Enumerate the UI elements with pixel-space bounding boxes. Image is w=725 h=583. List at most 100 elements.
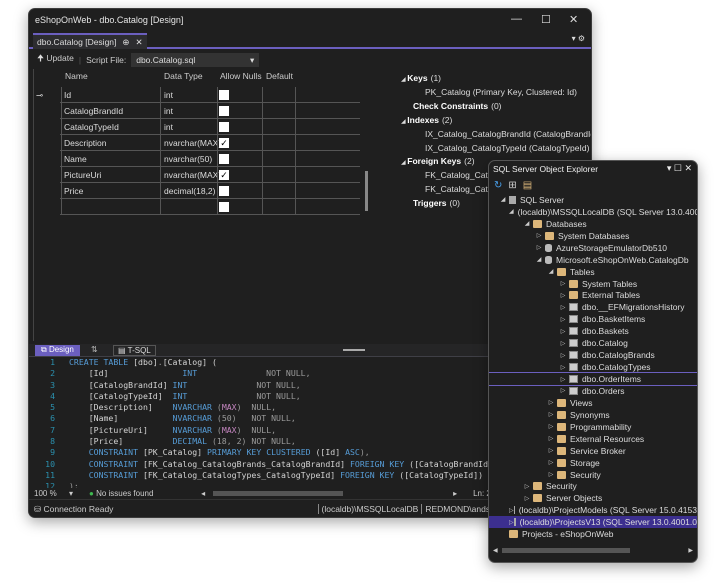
expand-arrow-icon[interactable]: ▷ — [545, 459, 557, 466]
expand-arrow-icon[interactable]: ▷ — [545, 447, 557, 454]
table-row[interactable]: ⊸ Id int — [36, 87, 360, 103]
tree-node[interactable]: ▷ dbo.Baskets — [489, 325, 697, 337]
column-data-type[interactable]: int — [164, 122, 173, 132]
allow-nulls-checkbox[interactable]: ✓ — [219, 138, 229, 148]
table-row[interactable] — [60, 199, 360, 215]
allow-nulls-checkbox[interactable] — [219, 90, 229, 100]
table-row[interactable]: Description nvarchar(MAX) ✓ — [60, 135, 360, 151]
add-server-icon[interactable]: ⊞ — [508, 180, 516, 191]
pin-icon[interactable]: ⊕ — [122, 37, 129, 48]
allow-nulls-checkbox[interactable] — [219, 154, 229, 164]
tree-node[interactable]: ◢ SQL Server — [489, 194, 697, 206]
collapse-arrow-icon[interactable]: ◢ — [497, 196, 509, 203]
property-item[interactable]: ◢ Foreign Keys (2) — [401, 156, 475, 166]
column-name[interactable]: Price — [64, 186, 83, 196]
allow-nulls-checkbox[interactable] — [219, 186, 229, 196]
expand-arrow-icon[interactable]: ▷ — [533, 244, 545, 251]
property-item[interactable]: ◢ Keys (1) — [401, 73, 441, 83]
minimize-button[interactable]: — — [511, 13, 522, 25]
tree-node[interactable]: ▷ (localdb)\ProjectModels (SQL Server 15.… — [489, 504, 697, 516]
update-button[interactable]: 🠉 Update — [37, 53, 74, 67]
expand-arrow-icon[interactable]: ▷ — [557, 387, 569, 394]
property-item[interactable]: PK_Catalog (Primary Key, Clustered: Id) — [425, 87, 577, 97]
expand-arrow-icon[interactable]: ▷ — [557, 316, 569, 323]
tree-node[interactable]: Projects - eShopOnWeb — [489, 528, 697, 540]
scroll-right-icon[interactable]: ▸ — [453, 489, 473, 498]
tree-node[interactable]: ▷ dbo.__EFMigrationsHistory — [489, 301, 697, 313]
tree-node[interactable]: ▷ Views — [489, 397, 697, 409]
tree-node[interactable]: ▷ External Resources — [489, 433, 697, 445]
tree-node[interactable]: ▷ Programmability — [489, 421, 697, 433]
close-button[interactable]: ✕ — [569, 13, 578, 26]
swap-panes-icon[interactable]: ⇅ — [91, 345, 98, 354]
column-data-type[interactable]: nvarchar(50) — [164, 154, 212, 164]
property-item[interactable]: IX_Catalog_CatalogTypeId (CatalogTypeId) — [425, 143, 589, 153]
allow-nulls-checkbox[interactable]: ✓ — [219, 170, 229, 180]
tree-node[interactable]: ▷ External Tables — [489, 290, 697, 302]
collapse-arrow-icon[interactable]: ◢ — [533, 256, 545, 263]
tree-node[interactable]: ▷ dbo.OrderItems — [489, 372, 697, 386]
splitter-handle[interactable] — [343, 349, 365, 351]
column-name[interactable]: Description — [64, 138, 107, 148]
tree-node[interactable]: ◢ Microsoft.eShopOnWeb.CatalogDb — [489, 254, 697, 266]
tree-node[interactable]: ▷ Storage — [489, 457, 697, 469]
table-row[interactable]: Price decimal(18,2) — [60, 183, 360, 199]
scroll-right-icon[interactable]: ▶ — [688, 547, 693, 554]
settings-icon[interactable]: ▾ ⚙ — [572, 34, 585, 43]
expand-arrow-icon[interactable]: ▷ — [557, 304, 569, 311]
table-row[interactable]: CatalogBrandId int — [60, 103, 360, 119]
column-name[interactable]: Id — [64, 90, 71, 100]
expand-arrow-icon[interactable]: ▷ — [545, 399, 557, 406]
column-name[interactable]: CatalogTypeId — [64, 122, 119, 132]
column-data-type[interactable]: int — [164, 106, 173, 116]
column-data-type[interactable]: nvarchar(MAX) — [164, 138, 221, 148]
close-tab-icon[interactable]: ✕ — [136, 37, 143, 48]
tree-node[interactable]: ▷ dbo.BasketItems — [489, 313, 697, 325]
expand-arrow-icon[interactable]: ▷ — [557, 364, 569, 371]
tree-node[interactable]: ▷ AzureStorageEmulatorDb510 — [489, 242, 697, 254]
expand-arrow-icon[interactable]: ▷ — [545, 423, 557, 430]
script-file-dropdown[interactable]: dbo.Catalog.sql ▾ — [131, 53, 260, 67]
collapse-arrow-icon[interactable]: ◢ — [545, 268, 557, 275]
zoom-dropdown-icon[interactable]: ▾ — [69, 489, 89, 498]
tree-node[interactable]: ▷ System Tables — [489, 278, 697, 290]
refresh-icon[interactable]: ↻ — [494, 180, 502, 191]
expand-arrow-icon[interactable]: ▷ — [557, 340, 569, 347]
tree-node[interactable]: ▷ Service Broker — [489, 445, 697, 457]
tree-node[interactable]: ▷ Security — [489, 469, 697, 481]
allow-nulls-checkbox[interactable] — [219, 122, 229, 132]
tree-node[interactable]: ▷ Server Objects — [489, 492, 697, 504]
tree-node[interactable]: ▷ dbo.Orders — [489, 385, 697, 397]
zoom-level[interactable]: 100 % — [29, 489, 69, 498]
expand-arrow-icon[interactable]: ▷ — [545, 471, 557, 478]
expand-arrow-icon[interactable]: ▷ — [557, 280, 569, 287]
tab-tsql[interactable]: ▤ T-SQL — [113, 345, 156, 356]
horizontal-scrollbar[interactable] — [213, 491, 344, 496]
tree-node[interactable]: ◢ Databases — [489, 218, 697, 230]
expand-arrow-icon[interactable]: ▷ — [557, 328, 569, 335]
scroll-left-icon[interactable]: ◂ — [201, 489, 213, 498]
tree-node[interactable]: ▷ System Databases — [489, 230, 697, 242]
expand-arrow-icon[interactable]: ▷ — [557, 292, 569, 299]
expand-arrow-icon[interactable]: ▷ — [521, 483, 533, 490]
tree-node[interactable]: ◢ (localdb)\MSSQLLocalDB (SQL Server 13.0… — [489, 206, 697, 218]
tree-node[interactable]: ▷ dbo.CatalogTypes — [489, 361, 697, 373]
property-item[interactable]: Check Constraints (0) — [413, 101, 502, 111]
tree-node[interactable]: ◢ Tables — [489, 266, 697, 278]
tab-dbo-catalog-design[interactable]: dbo.Catalog [Design] ⊕ ✕ — [33, 33, 147, 49]
collapse-arrow-icon[interactable]: ◢ — [521, 220, 533, 227]
tree-node[interactable]: ▷ dbo.Catalog — [489, 337, 697, 349]
column-data-type[interactable]: int — [164, 90, 173, 100]
column-name[interactable]: CatalogBrandId — [64, 106, 123, 116]
column-data-type[interactable]: nvarchar(MAX) — [164, 170, 221, 180]
window-controls[interactable]: ▾ ☐ ✕ — [667, 163, 692, 174]
tree-node[interactable]: ▷ Security — [489, 481, 697, 493]
allow-nulls-checkbox[interactable] — [219, 202, 229, 212]
table-row[interactable]: CatalogTypeId int — [60, 119, 360, 135]
expand-arrow-icon[interactable]: ▷ — [557, 352, 569, 359]
property-item[interactable]: Triggers (0) — [413, 198, 460, 208]
property-item[interactable]: ◢ Indexes (2) — [401, 115, 452, 125]
tab-design[interactable]: ⧉ Design — [35, 345, 80, 356]
expand-arrow-icon[interactable]: ▷ — [521, 495, 533, 502]
expand-arrow-icon[interactable]: ▷ — [557, 376, 569, 383]
